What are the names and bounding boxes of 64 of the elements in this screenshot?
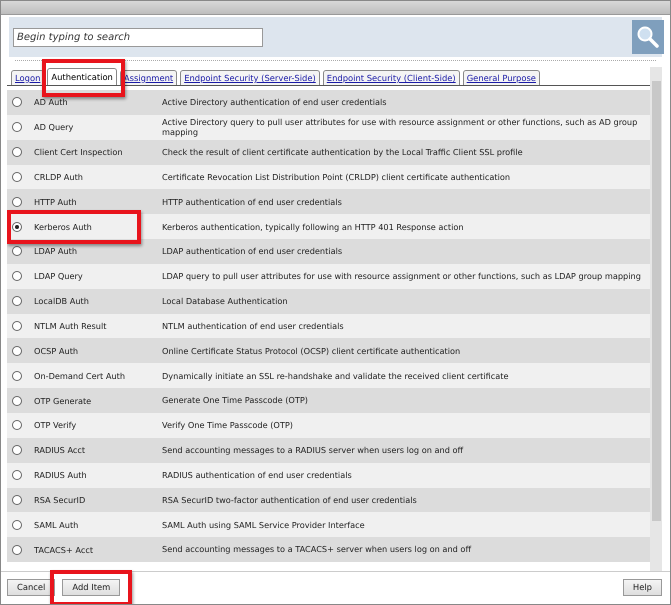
list-row[interactable]: RSA SecurID RSA SecurID two-factor authentication of end user credentials: [7, 488, 650, 512]
item-name: OTP Verify: [34, 420, 78, 430]
item-description: Certificate Revocation List Distribution Point (CRLDP) client certificate authentication: [162, 172, 512, 182]
item-name: HTTP Auth: [34, 196, 78, 207]
search-field[interactable]: Begin typing to search: [13, 28, 263, 46]
item-description: Send accounting messages to a RADIUS server when users log on and off: [162, 445, 464, 456]
item-description: SAML Auth using SAML Service Provider Interface: [162, 520, 366, 530]
item-description: NTLM authentication of end user credentials: [162, 320, 345, 332]
list-row[interactable]: OTP Generate Generate One Time Passcode (OTP): [7, 388, 650, 413]
tab[interactable]: General Purpose: [462, 70, 540, 85]
list-row[interactable]: NTLM Auth Result NTLM authentication of end user credentials: [7, 314, 650, 338]
item-description: Verify One Time Passcode (OTP): [162, 420, 294, 431]
item-name: AD Query: [34, 122, 74, 132]
list-row[interactable]: SAML Auth SAML Auth using SAML Service Provider Interface: [7, 512, 650, 538]
list-row[interactable]: OCSP Auth Online Certificate Status Protocol (OCSP) client certificate authentication: [7, 338, 650, 364]
item-description: Kerberos authentication, typically following an HTTP 401 Response action: [162, 222, 465, 232]
item-name: LDAP Query: [34, 271, 84, 282]
item-description: Check the result of client certificate authentication by the Local Traffic Client SSL profile: [162, 146, 524, 158]
item-description: Online Certificate Status Protocol (OCSP) client certificate authentication: [162, 346, 462, 356]
item-description: LDAP authentication of end user credentials: [162, 246, 344, 257]
list-row[interactable]: TACACS+ Acct Send accounting messages to a TACACS+ server when users log on and off: [7, 537, 650, 562]
item-description: Local Database Authentication: [162, 296, 289, 306]
list-row[interactable]: RADIUS Acct Send accounting messages to a RADIUS server when users log on and off: [7, 438, 650, 463]
item-name: AD Auth: [34, 97, 69, 108]
item-description: Active Directory query to pull user attributes for use with resource assignment or other functions, such as AD group mapping: [162, 117, 638, 138]
list-row[interactable]: HTTP Auth HTTP authentication of end user credentials: [7, 189, 650, 214]
list-row[interactable]: RADIUS Auth RADIUS authentication of end user credentials: [7, 462, 650, 488]
item-description: RADIUS authentication of end user credentials: [162, 470, 353, 480]
list-row[interactable]: AD Query Active Directory query to pull user attributes for use with resource assignment or other functions, such as AD group mapping: [7, 114, 650, 140]
tab[interactable]: Endpoint Security (Server-Side): [180, 70, 320, 85]
item-name: RADIUS Acct: [34, 445, 86, 456]
tab[interactable]: Authentication: [47, 68, 117, 85]
list-row[interactable]: AD Auth Active Directory authentication of end user credentials: [7, 90, 650, 115]
item-description: HTTP authentication of end user credentials: [162, 196, 343, 207]
tab[interactable]: Logon: [11, 70, 44, 85]
item-description: RSA SecurID two-factor authentication of end user credentials: [162, 494, 418, 506]
item-name: LocalDB Auth: [34, 296, 90, 306]
help-button[interactable]: Help: [622, 578, 662, 596]
item-name: RADIUS Auth: [34, 470, 88, 480]
item-name: TACACS+ Acct: [34, 544, 94, 555]
list-row[interactable]: Client Cert Inspection Check the result of client certificate authentication by the Local Traffic Client SSL profile: [7, 140, 650, 165]
tab[interactable]: Endpoint Security (Client-Side): [322, 70, 460, 85]
list-row[interactable]: On-Demand Cert Auth Dynamically initiate an SSL re-handshake and validate the received client certificate: [7, 363, 650, 388]
item-name: RSA SecurID: [34, 494, 86, 505]
list-row[interactable]: CRLDP Auth Certificate Revocation List Distribution Point (CRLDP) client certificate authentication: [7, 164, 650, 190]
item-name: Client Cert Inspection: [34, 147, 124, 158]
item-description: Generate One Time Passcode (OTP): [162, 395, 309, 406]
item-name: NTLM Auth Result: [34, 321, 108, 332]
item-description: Send accounting messages to a TACACS+ server when users log on and off: [162, 544, 472, 555]
list-row[interactable]: LocalDB Auth Local Database Authentication: [7, 288, 650, 314]
item-description: LDAP query to pull user attributes for use with resource assignment or other functions, such as LDAP group mapping: [162, 271, 642, 282]
list-row[interactable]: LDAP Auth LDAP authentication of end user credentials: [7, 239, 650, 264]
item-description: Dynamically initiate an SSL re-handshake and validate the received client certificate: [162, 370, 510, 381]
list-row[interactable]: OTP Verify Verify One Time Passcode (OTP): [7, 412, 650, 438]
item-name: OCSP Auth: [34, 346, 80, 356]
item-name: Kerberos Auth: [34, 222, 93, 232]
item-description: Active Directory authentication of end user credentials: [162, 97, 388, 108]
dialog-button[interactable]: Add Item: [62, 578, 120, 596]
list-row[interactable]: LDAP Query LDAP query to pull user attributes for use with resource assignment or other functions, such as LDAP group mapping: [7, 264, 650, 289]
item-name: OTP Generate: [34, 396, 92, 406]
item-name: LDAP Auth: [34, 246, 78, 256]
item-name: CRLDP Auth: [34, 172, 84, 182]
item-name: SAML Auth: [34, 520, 80, 530]
item-name: On-Demand Cert Auth: [34, 370, 126, 381]
